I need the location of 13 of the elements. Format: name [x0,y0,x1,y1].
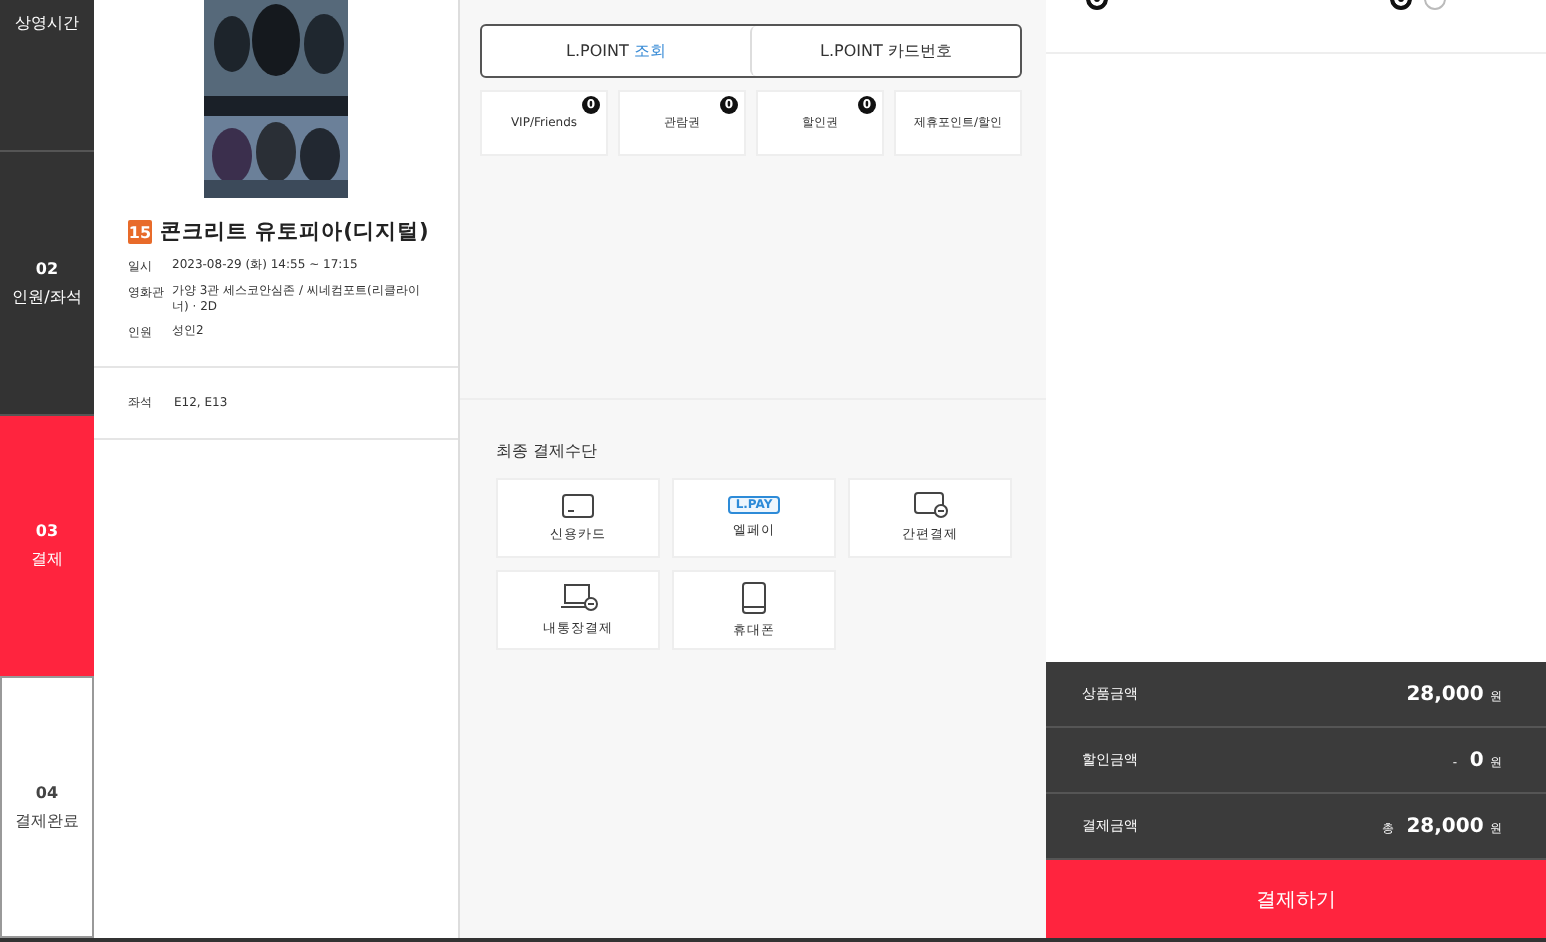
pay-button[interactable]: 결제하기 [1046,860,1546,938]
phone-icon [742,581,766,613]
card-icon [562,493,594,517]
age-rating-badge: 15 [128,220,152,244]
step-tab[interactable]: 04 결제완료 [0,676,94,938]
step-tab[interactable]: 상영시간 [0,0,94,152]
lpoint-tab[interactable]: L.POINT 카드번호 [750,26,1020,76]
card-icon [913,492,947,518]
section-title: 최종 결제수단 [496,440,600,462]
laptop-icon [559,583,597,611]
step-tab[interactable]: 02 인원/좌석 [0,152,94,416]
step-tab[interactable]: 03 결제 [0,416,94,676]
movie-title: 콘크리트 유토피아(디지털) [160,218,429,246]
